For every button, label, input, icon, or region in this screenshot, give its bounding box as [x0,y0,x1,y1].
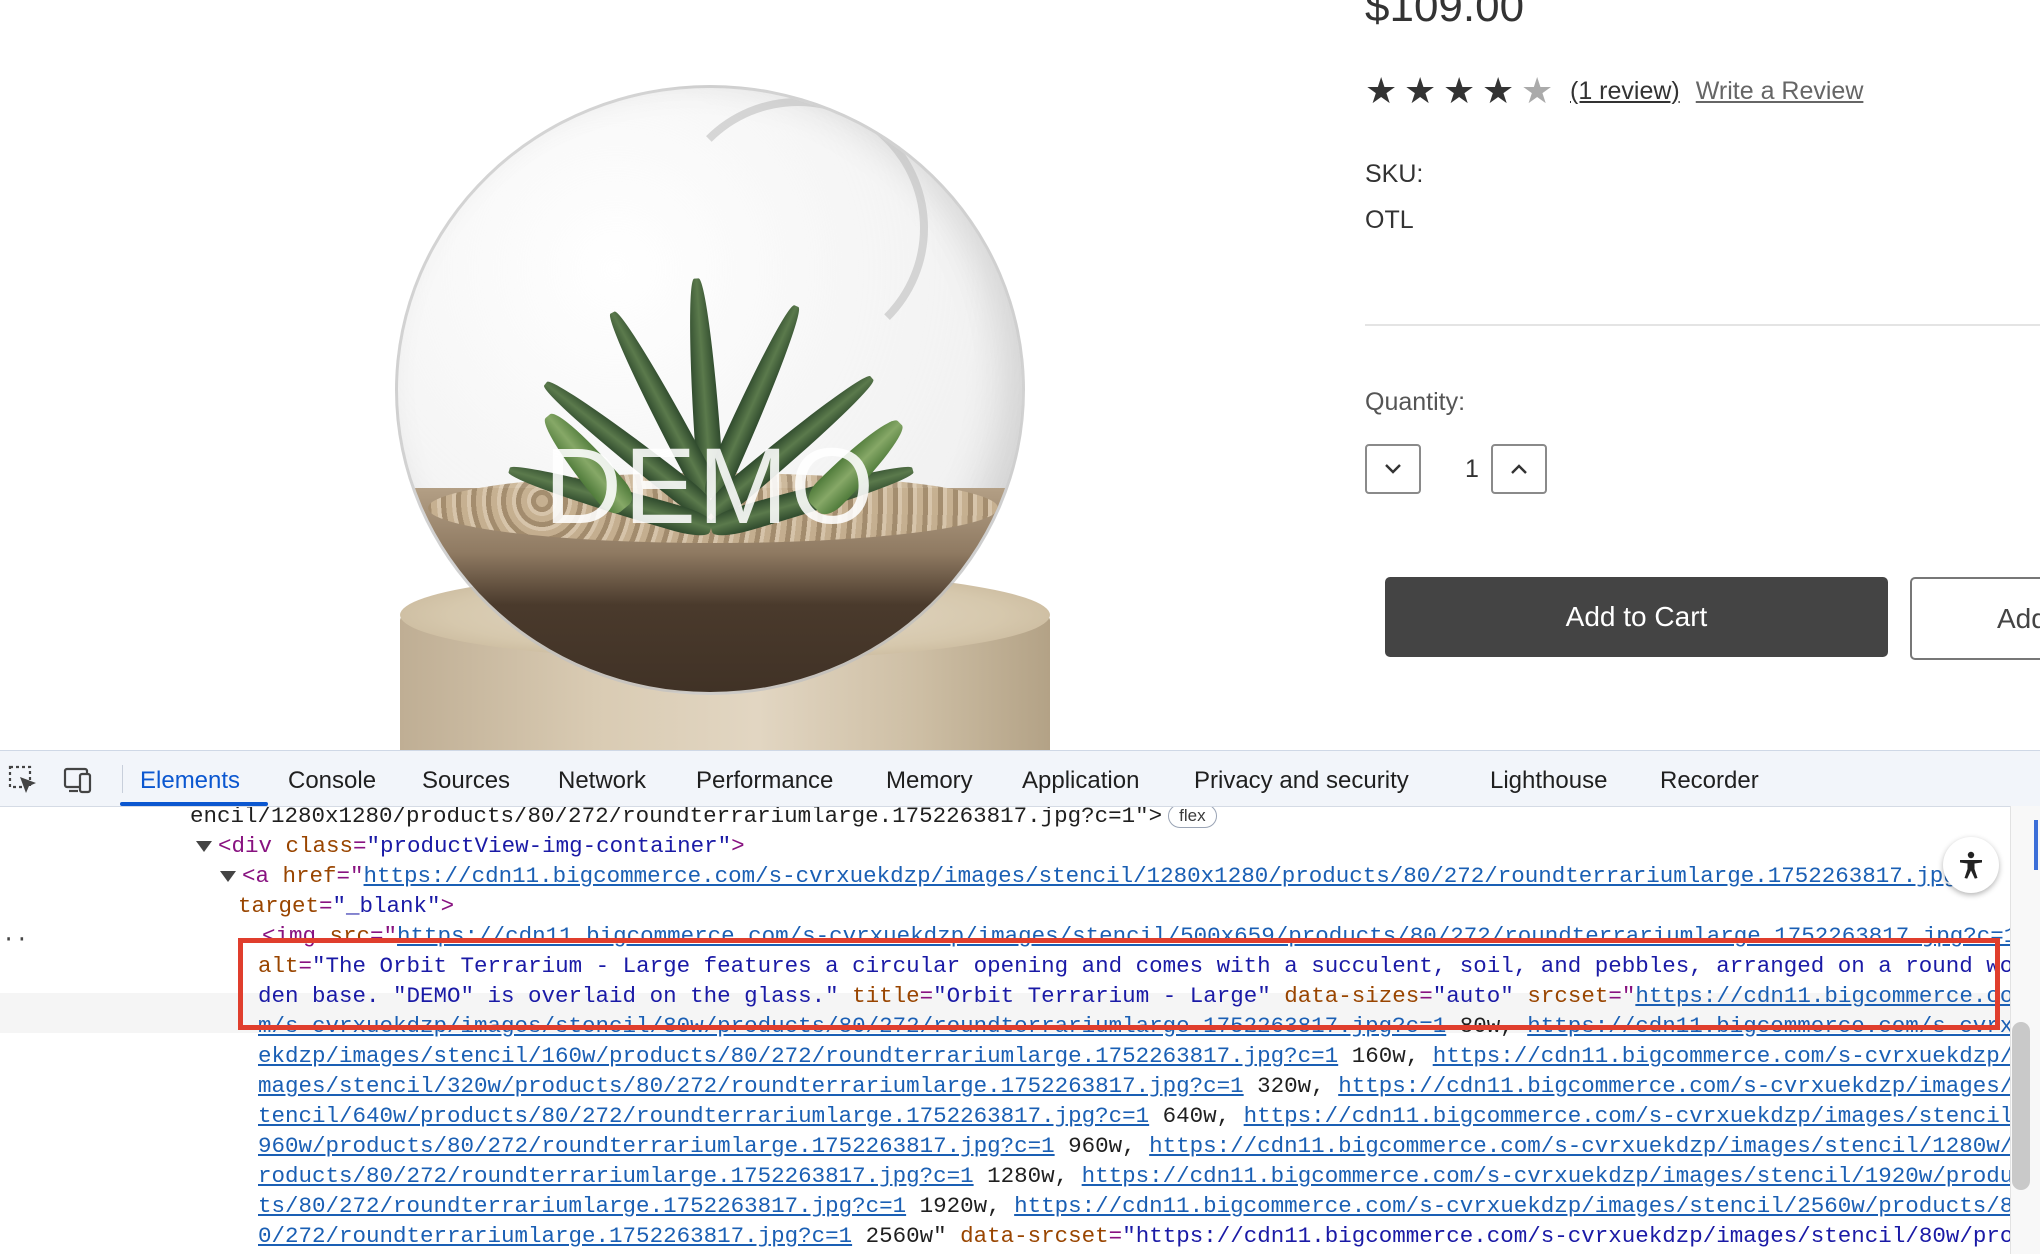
code-line[interactable]: <a href="https://cdn11.bigcommerce.com/s… [0,861,2010,891]
product-info: $109.00 ★ ★ ★ ★ ★ (1 review) Write a Rev… [1365,0,2040,750]
code-line[interactable]: ekdzp/images/stencil/160w/products/80/27… [0,1041,2010,1071]
code-line[interactable]: ts/80/272/roundterrariumlarge.1752263817… [0,1191,2010,1221]
star-icon: ★ [1443,70,1476,111]
flex-badge[interactable]: flex [1168,807,1217,829]
code-line[interactable]: target="_blank"> [0,891,2010,921]
glass-globe: DEMO [395,85,1025,695]
code-line[interactable]: <div class="productView-img-container"> [0,831,2010,861]
star-empty-icon: ★ [1521,70,1554,111]
scrollbar-thumb[interactable] [2012,1022,2030,1190]
device-toolbar-icon[interactable] [60,763,94,797]
divider [1365,324,2040,326]
quantity-increase-button[interactable] [1491,444,1547,494]
tab-recorder[interactable]: Recorder [1660,767,1759,795]
add-to-cart-button[interactable]: Add to Cart [1385,577,1888,657]
write-review-link[interactable]: Write a Review [1696,77,1864,106]
review-count-link[interactable]: (1 review) [1570,77,1680,106]
tab-network[interactable]: Network [558,767,646,795]
active-tab-indicator [120,802,268,806]
code-line[interactable]: mages/stencil/320w/products/80/272/round… [0,1071,2010,1101]
devtools-toolbar: Elements Console Sources Network Perform… [0,751,2040,807]
chevron-down-icon [1385,464,1401,474]
rating-row: ★ ★ ★ ★ ★ (1 review) Write a Review [1365,70,1863,112]
product-image[interactable]: DEMO [380,70,1060,750]
product-price: $109.00 [1365,0,1525,31]
elements-tree: ·· encil/1280x1280/products/80/272/round… [0,807,2010,1254]
code-line[interactable]: m/s-cvrxuekdzp/images/stencil/80w/produc… [0,1011,2010,1041]
quantity-input[interactable]: 1 [1447,455,1497,484]
code-line[interactable]: tencil/640w/products/80/272/roundterrari… [0,1101,2010,1131]
code-line[interactable]: 960w/products/80/272/roundterrariumlarge… [0,1131,2010,1161]
tab-console[interactable]: Console [288,767,376,795]
expand-triangle-icon[interactable] [196,840,212,852]
tab-performance[interactable]: Performance [696,767,833,795]
panel-edge-indicator [2034,820,2038,870]
code-line[interactable]: den base. "DEMO" is overlaid on the glas… [0,981,2010,1011]
toolbar-separator [122,765,123,793]
tab-application[interactable]: Application [1022,767,1139,795]
star-icon: ★ [1404,70,1437,111]
sku-value: OTL [1365,206,1414,234]
product-view: DEMO $109.00 ★ ★ ★ ★ ★ (1 review) Write … [0,0,2040,750]
tab-elements[interactable]: Elements [140,767,240,795]
devtools-panel: Elements Console Sources Network Perform… [0,750,2040,1254]
chevron-up-icon [1511,464,1527,474]
star-icon: ★ [1365,70,1398,111]
inspect-element-icon[interactable] [6,763,40,797]
code-line[interactable]: roducts/80/272/roundterrariumlarge.17522… [0,1161,2010,1191]
accessibility-icon [1960,851,1982,879]
code-line[interactable]: alt="The Orbit Terrarium - Large feature… [0,951,2010,981]
quantity-decrease-button[interactable] [1365,444,1421,494]
expand-triangle-icon[interactable] [220,870,236,882]
tab-privacy-security[interactable]: Privacy and security [1194,767,1409,795]
tab-sources[interactable]: Sources [422,767,510,795]
code-line[interactable]: encil/1280x1280/products/80/272/roundter… [0,807,2010,831]
code-line[interactable]: 0/272/roundterrariumlarge.1752263817.jpg… [0,1221,2010,1251]
quantity-label: Quantity: [1365,388,1466,416]
code-line[interactable]: <img src="https://cdn11.bigcommerce.com/… [0,921,2010,951]
tab-lighthouse[interactable]: Lighthouse [1490,767,1607,795]
glass-opening [668,98,928,358]
demo-watermark: DEMO [544,425,876,546]
star-icon: ★ [1482,70,1515,111]
tab-memory[interactable]: Memory [886,767,973,795]
add-to-wishlist-button[interactable]: Add [1910,577,2040,660]
sku-label: SKU: [1365,160,1424,188]
accessibility-button[interactable] [1943,837,1999,893]
